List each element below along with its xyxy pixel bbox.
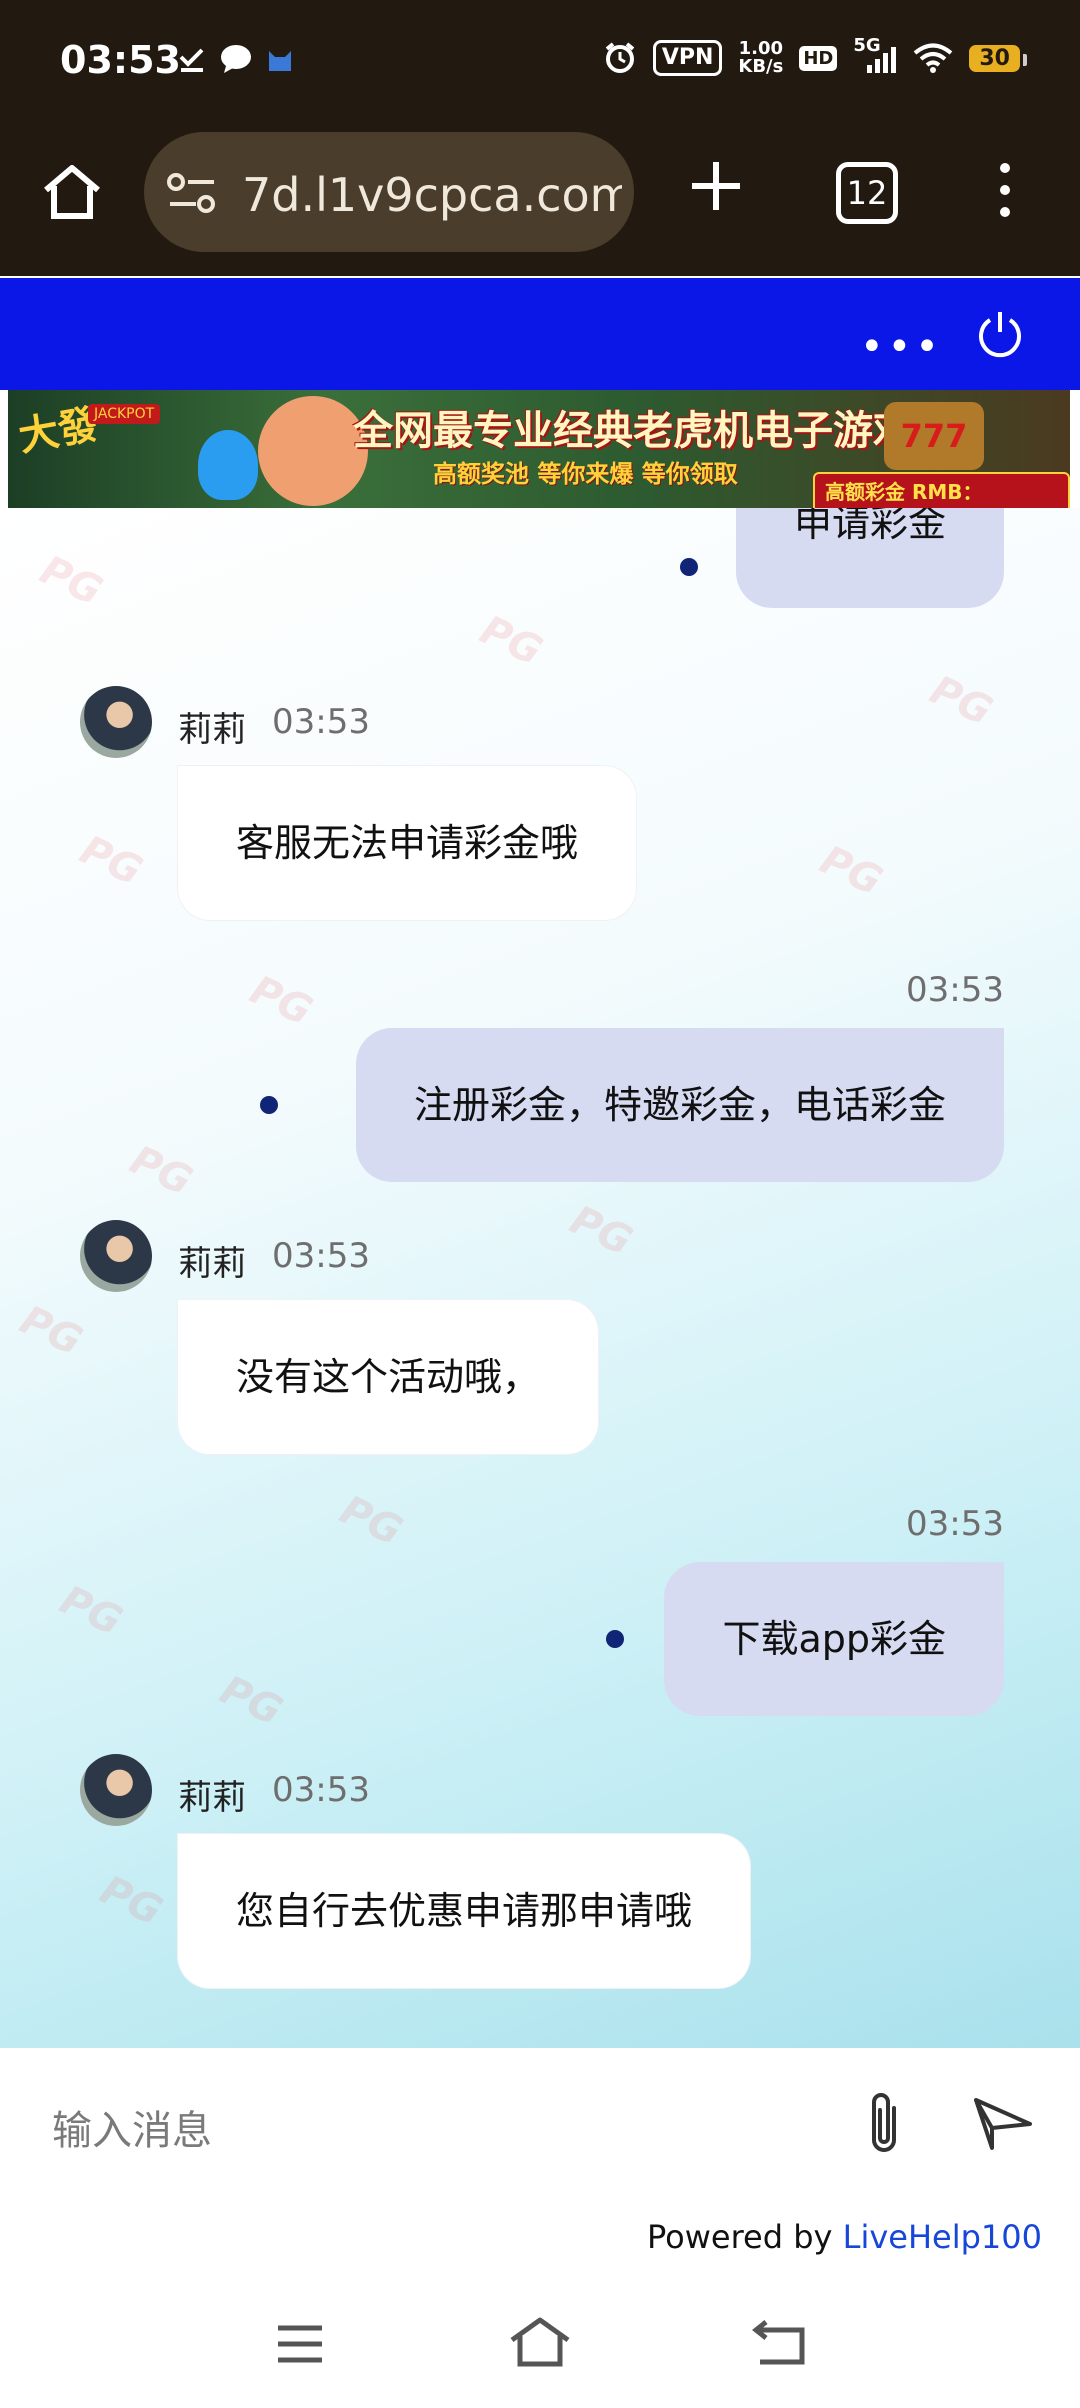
nav-home-icon[interactable] bbox=[508, 2316, 572, 2368]
character-illustration bbox=[258, 396, 368, 506]
notification-icons bbox=[178, 44, 294, 74]
watermark: PG bbox=[93, 1867, 169, 1935]
watermark: PG bbox=[813, 837, 889, 905]
url-text: 7d.l1v9cpca.com bbox=[242, 168, 622, 222]
site-settings-icon[interactable] bbox=[166, 172, 218, 216]
incoming-message: 您自行去优惠申请那申请哦 bbox=[178, 1834, 751, 1988]
watermark: PG bbox=[13, 1297, 89, 1365]
power-icon[interactable] bbox=[974, 308, 1026, 360]
banner-title: 全网最专业经典老虎机电子游戏 bbox=[353, 408, 913, 454]
more-vert-icon[interactable] bbox=[990, 160, 1020, 220]
sent-indicator bbox=[260, 1096, 278, 1114]
wifi-icon bbox=[914, 43, 953, 73]
new-tab-icon[interactable] bbox=[684, 154, 748, 218]
watermark: PG bbox=[73, 827, 149, 895]
slot-machine-illustration: 777 bbox=[884, 402, 984, 470]
message-time: 03:53 bbox=[272, 1770, 370, 1810]
browser-toolbar: 7d.l1v9cpca.com 12 bbox=[0, 124, 1080, 276]
send-icon[interactable] bbox=[970, 2094, 1036, 2154]
home-icon[interactable] bbox=[40, 160, 104, 224]
speed-unit: KB/s bbox=[738, 56, 784, 77]
powered-by-label: Powered by bbox=[646, 2218, 843, 2256]
sender-name: 莉莉 bbox=[178, 1778, 246, 1818]
watermark: PG bbox=[33, 547, 109, 615]
watermark: PG bbox=[923, 667, 999, 735]
watermark: PG bbox=[243, 967, 319, 1035]
message-input[interactable]: 输入消息 bbox=[52, 2098, 212, 2156]
signal-icon: 5G bbox=[853, 35, 897, 75]
message-time: 03:53 bbox=[906, 970, 1004, 1010]
powered-by: Powered by LiveHelp100 bbox=[647, 2218, 1042, 2256]
hd-badge: HD bbox=[799, 45, 838, 71]
more-options-button[interactable]: ••• bbox=[860, 324, 943, 370]
cat-app-icon bbox=[269, 51, 291, 71]
sent-indicator bbox=[680, 558, 698, 576]
outgoing-message: 下载app彩金 bbox=[664, 1562, 1004, 1716]
network-speed: 1.00 KB/s bbox=[738, 40, 783, 76]
nav-back-icon[interactable] bbox=[750, 2316, 810, 2368]
system-nav-bar bbox=[0, 2282, 1080, 2408]
chat-messages[interactable]: PG PG PG PG PG PG PG PG PG PG PG PG PG P… bbox=[0, 508, 1080, 2048]
vpn-badge: VPN bbox=[652, 40, 723, 76]
recent-apps-icon[interactable] bbox=[276, 2324, 324, 2364]
address-bar[interactable]: 7d.l1v9cpca.com bbox=[144, 132, 634, 252]
watermark: PG bbox=[563, 1197, 639, 1265]
sender-name: 莉莉 bbox=[178, 710, 246, 750]
tab-switcher-button[interactable]: 12 bbox=[836, 162, 898, 224]
agent-avatar bbox=[80, 1754, 152, 1826]
parrot-illustration bbox=[198, 430, 258, 500]
watermark: PG bbox=[333, 1487, 409, 1555]
banner-jackpot-tag: JACKPOT bbox=[88, 404, 161, 424]
check-download-icon bbox=[179, 48, 204, 72]
watermark: PG bbox=[123, 1137, 199, 1205]
brand-link[interactable]: LiveHelp100 bbox=[843, 2218, 1042, 2256]
outgoing-message: 注册彩金，特邀彩金，电话彩金 bbox=[355, 1028, 1004, 1182]
incoming-message: 客服无法申请彩金哦 bbox=[178, 766, 637, 920]
incoming-message: 没有这个活动哦， bbox=[178, 1300, 599, 1454]
message-time: 03:53 bbox=[906, 1504, 1004, 1544]
sender-name: 莉莉 bbox=[178, 1244, 246, 1284]
banner-subtitle: 高额奖池 等你来爆 等你领取 bbox=[433, 460, 738, 488]
banner-logo: 大發 bbox=[15, 401, 103, 461]
message-time: 03:53 bbox=[272, 702, 370, 742]
sent-indicator bbox=[606, 1630, 624, 1648]
banner-jackpot-amount: 高额彩金 RMB：99999+ bbox=[813, 472, 1070, 508]
attachment-icon[interactable] bbox=[856, 2088, 912, 2160]
message-input-bar: 输入消息 bbox=[0, 2048, 1080, 2198]
agent-avatar bbox=[80, 686, 152, 758]
watermark: PG bbox=[213, 1667, 289, 1735]
message-time: 03:53 bbox=[272, 1236, 370, 1276]
system-icons: VPN 1.00 KB/s HD 5G 30 bbox=[603, 35, 1027, 76]
message-icon bbox=[221, 45, 251, 73]
battery-indicator: 30 bbox=[969, 44, 1027, 72]
promo-banner[interactable]: 大發 JACKPOT 全网最专业经典老虎机电子游戏 高额奖池 等你来爆 等你领取… bbox=[8, 390, 1070, 508]
alarm-icon bbox=[605, 42, 635, 73]
watermark: PG bbox=[53, 1577, 129, 1645]
status-time: 03:53 bbox=[60, 38, 181, 82]
outgoing-message: 申请彩金 bbox=[735, 508, 1004, 608]
watermark: PG bbox=[473, 607, 549, 675]
status-bar: 03:53 VPN 1.00 KB/s HD 5G 30 bbox=[0, 0, 1080, 124]
agent-avatar bbox=[80, 1220, 152, 1292]
chat-header: ••• bbox=[0, 278, 1080, 390]
